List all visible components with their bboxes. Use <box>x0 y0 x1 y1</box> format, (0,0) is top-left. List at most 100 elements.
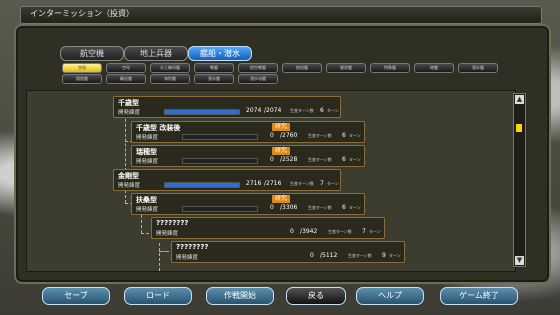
subtab-6[interactable]: 航巡艦 <box>282 63 322 73</box>
turns-label: 生産ターン数 <box>328 229 352 234</box>
load-button[interactable]: ロード <box>124 287 192 305</box>
scroll-up-icon[interactable]: ▲ <box>515 95 524 104</box>
subtab-7[interactable]: 駆逐艦 <box>326 63 366 73</box>
turns-label: 生産ターン数 <box>308 133 332 138</box>
progress-fill <box>165 110 239 114</box>
node-max: /5112 <box>320 252 338 259</box>
subtab-1[interactable]: 空母 <box>62 63 102 73</box>
node-progress-label: 開発練度 <box>136 207 159 213</box>
subtab-9[interactable]: 砲艦 <box>414 63 454 73</box>
turns-unit: ターン <box>327 108 339 113</box>
tree-node[interactable]: ???????? 開発練度 0 /5112 生産ターン数 9 ターン <box>171 241 405 263</box>
progress-bar <box>182 158 258 164</box>
turns-label: 生産ターン数 <box>290 108 314 113</box>
node-value: 0 <box>290 228 294 235</box>
tree-connector <box>141 215 142 233</box>
subtab-5[interactable]: 航空戦艦 <box>238 63 278 73</box>
tree-connector <box>125 119 126 171</box>
node-turns: 9 <box>382 252 386 259</box>
subtab-15[interactable]: 潜水母艦 <box>238 74 278 84</box>
tree-scrollbar[interactable]: ▲ ▼ <box>513 93 526 267</box>
node-name: ???????? <box>176 243 209 251</box>
subtab-13[interactable]: 海防艦 <box>150 74 190 84</box>
tree-node[interactable]: 千歳型 開発練度 2074 /2074 生産ターン数 6 ターン <box>113 96 341 118</box>
research-badge[interactable]: 研究 <box>272 195 291 203</box>
node-value: 0 <box>310 252 314 259</box>
node-turns: 6 <box>342 132 346 139</box>
node-value: 0 <box>270 132 274 139</box>
save-button[interactable]: セーブ <box>42 287 110 305</box>
tab-ground-weapons[interactable]: 地上兵器 <box>124 46 188 61</box>
subtab-8[interactable]: 特殊艦 <box>370 63 410 73</box>
tab-ships[interactable]: 艦船・潜水 <box>188 46 252 61</box>
tree-node[interactable]: 千歳型 改装後 研究 開発練度 0 /2760 生産ターン数 6 ターン <box>131 121 365 143</box>
turns-unit: ターン <box>389 253 401 258</box>
subtab-14[interactable]: 潜水艦 <box>194 74 234 84</box>
subtab-11[interactable]: 揚陸艦 <box>62 74 102 84</box>
subtab-2[interactable]: 空母 <box>106 63 146 73</box>
node-name: 金剛型 <box>118 172 139 180</box>
node-turns: 6 <box>342 204 346 211</box>
scroll-down-icon[interactable]: ▼ <box>515 256 524 265</box>
turns-unit: ターン <box>349 205 361 210</box>
tree-connector <box>159 243 160 271</box>
start-operation-button[interactable]: 作戦開始 <box>206 287 274 305</box>
subtab-10[interactable]: 潜水艦 <box>458 63 498 73</box>
node-turns: 7 <box>362 228 366 235</box>
turns-unit: ターン <box>349 133 361 138</box>
research-badge[interactable]: 研究 <box>272 123 291 131</box>
progress-bar <box>182 134 258 140</box>
turns-label: 生産ターン数 <box>308 205 332 210</box>
node-progress-label: 開発練度 <box>118 110 141 116</box>
node-value: 2074 <box>246 107 262 114</box>
turns-unit: ターン <box>349 157 361 162</box>
tree-node[interactable]: ???????? 開発練度 0 /3942 生産ターン数 7 ターン <box>151 217 385 239</box>
turns-label: 生産ターン数 <box>348 253 372 258</box>
progress-bar <box>182 206 258 212</box>
turns-label: 生産ターン数 <box>308 157 332 162</box>
tree-node[interactable]: 瑞穂型 研究 開発練度 0 /2528 生産ターン数 6 ターン <box>131 145 365 167</box>
node-max: /3942 <box>300 228 318 235</box>
tab-aircraft[interactable]: 航空機 <box>60 46 124 61</box>
help-button[interactable]: ヘルプ <box>356 287 424 305</box>
node-progress-label: 開発練度 <box>156 231 179 237</box>
subtab-4[interactable]: 戦艦 <box>194 63 234 73</box>
node-turns: 6 <box>342 156 346 163</box>
node-name: ???????? <box>156 219 189 227</box>
tech-tree: 千歳型 開発練度 2074 /2074 生産ターン数 6 ターン 千歳型 改装後… <box>26 90 516 272</box>
node-max: /2760 <box>280 132 298 139</box>
progress-bar <box>164 109 240 115</box>
tree-node[interactable]: 扶桑型 研究 開発練度 0 /3306 生産ターン数 6 ターン <box>131 193 365 215</box>
node-progress-label: 開発練度 <box>176 255 199 261</box>
tree-connector <box>141 233 149 234</box>
tree-node[interactable]: 金剛型 開発練度 2716 /2716 生産ターン数 7 ターン <box>113 169 341 191</box>
node-name: 千歳型 <box>118 99 139 107</box>
node-value: 0 <box>270 156 274 163</box>
node-name: 瑞穂型 <box>136 148 157 156</box>
progress-fill <box>165 183 239 187</box>
turns-unit: ターン <box>327 181 339 186</box>
back-button[interactable]: 戻る <box>286 287 346 305</box>
quit-game-button[interactable]: ゲーム終了 <box>440 287 518 305</box>
node-value: 2716 <box>246 180 262 187</box>
subtab-3[interactable]: 水上機母艦 <box>150 63 190 73</box>
subtab-12[interactable]: 輸送艦 <box>106 74 146 84</box>
node-name: 千歳型 改装後 <box>136 124 181 132</box>
node-turns: 6 <box>320 107 324 114</box>
node-turns: 7 <box>320 180 324 187</box>
node-max: /3306 <box>280 204 298 211</box>
node-value: 0 <box>270 204 274 211</box>
node-max: /2716 <box>264 180 282 187</box>
node-max: /2528 <box>280 156 298 163</box>
research-badge[interactable]: 研究 <box>272 147 291 155</box>
node-progress-label: 開発練度 <box>118 183 141 189</box>
node-name: 扶桑型 <box>136 196 157 204</box>
node-max: /2074 <box>264 107 282 114</box>
progress-bar <box>164 182 240 188</box>
tree-connector <box>159 251 169 252</box>
node-progress-label: 開発練度 <box>136 135 159 141</box>
turns-label: 生産ターン数 <box>290 181 314 186</box>
window-title: インターミッション（投資） <box>30 9 134 18</box>
node-progress-label: 開発練度 <box>136 159 159 165</box>
scroll-thumb[interactable] <box>516 124 522 132</box>
